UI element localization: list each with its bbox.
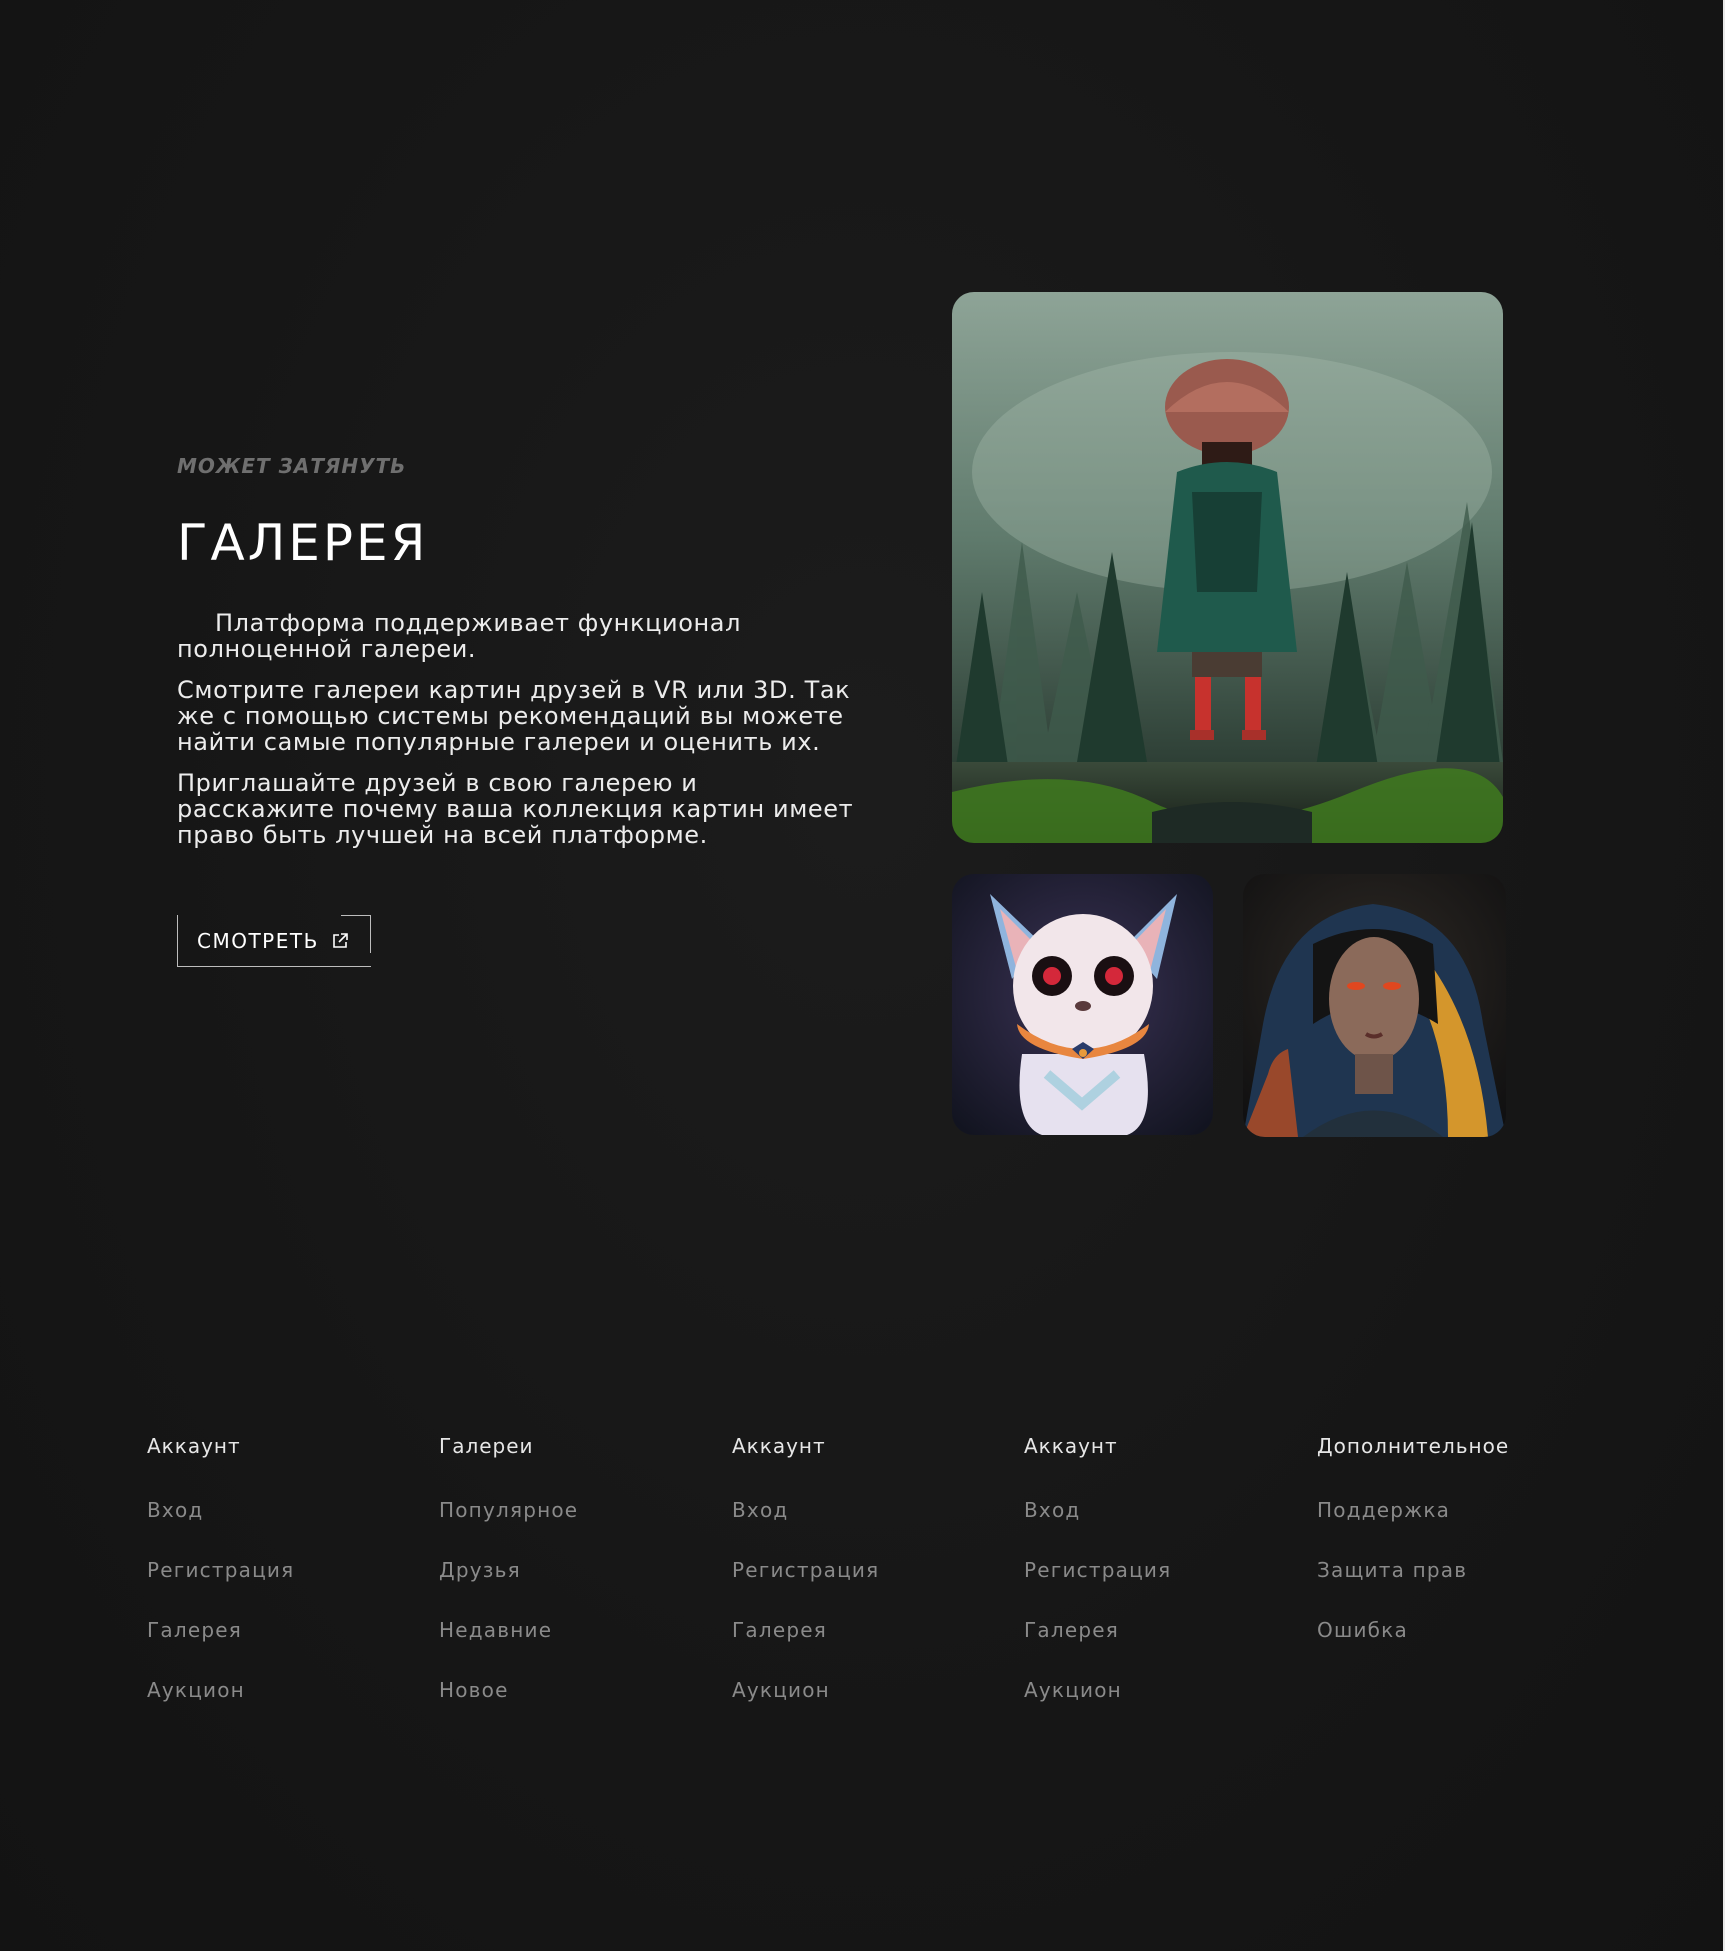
footer-column-title: Аккаунт [147, 1434, 241, 1458]
footer-column-title: Аккаунт [732, 1434, 826, 1458]
footer-link-gallery[interactable]: Галерея [1024, 1616, 1284, 1644]
external-link-icon [331, 932, 349, 950]
footer-link-login[interactable]: Вход [732, 1496, 992, 1524]
hero-paragraph: Приглашайте друзей в свою галерею и расс… [177, 769, 854, 849]
girl-in-forest-image[interactable] [952, 292, 1503, 843]
page-title: ГАЛЕРЕЯ [177, 514, 429, 572]
footer-link-gallery[interactable]: Галерея [732, 1616, 992, 1644]
footer-column-account-3: Аккаунт Вход Регистрация Галерея Аукцион [1024, 1432, 1284, 1736]
footer-column-extra: Дополнительное Поддержка Защита прав Оши… [1317, 1432, 1577, 1676]
hero-paragraph: Платформа поддерживает функционал полноц… [177, 609, 742, 663]
footer-link-login[interactable]: Вход [1024, 1496, 1284, 1524]
footer-link-friends[interactable]: Друзья [439, 1556, 699, 1584]
footer-column-account-2: Аккаунт Вход Регистрация Галерея Аукцион [732, 1432, 992, 1736]
watch-button[interactable]: СМОТРЕТЬ [177, 915, 371, 967]
hero-paragraph: Смотрите галереи картин друзей в VR или … [177, 676, 851, 756]
footer-link-register[interactable]: Регистрация [147, 1556, 407, 1584]
footer-column-title: Аккаунт [1024, 1434, 1118, 1458]
hero-eyebrow: МОЖЕТ ЗАТЯНУТЬ [177, 454, 407, 478]
footer-link-auction[interactable]: Аукцион [1024, 1676, 1284, 1704]
hero-description: Платформа поддерживает функционал полноц… [177, 610, 857, 848]
footer-link-register[interactable]: Регистрация [1024, 1556, 1284, 1584]
footer-link-login[interactable]: Вход [147, 1496, 407, 1524]
page: МОЖЕТ ЗАТЯНУТЬ ГАЛЕРЕЯ Платформа поддерж… [0, 0, 1725, 1951]
footer-link-error[interactable]: Ошибка [1317, 1616, 1577, 1644]
footer-link-register[interactable]: Регистрация [732, 1556, 992, 1584]
footer-link-rights[interactable]: Защита прав [1317, 1556, 1577, 1584]
white-cat-portrait-image[interactable] [952, 874, 1213, 1135]
footer-column-galleries: Галереи Популярное Друзья Недавние Новое [439, 1432, 699, 1736]
footer-link-recent[interactable]: Недавние [439, 1616, 699, 1644]
footer-column-title: Галереи [439, 1434, 534, 1458]
footer-link-support[interactable]: Поддержка [1317, 1496, 1577, 1524]
footer-column-account: Аккаунт Вход Регистрация Галерея Аукцион [147, 1432, 407, 1736]
footer-link-popular[interactable]: Популярное [439, 1496, 699, 1524]
footer-link-gallery[interactable]: Галерея [147, 1616, 407, 1644]
footer-link-new[interactable]: Новое [439, 1676, 699, 1704]
footer-column-title: Дополнительное [1317, 1434, 1510, 1458]
watch-button-label: СМОТРЕТЬ [197, 928, 319, 953]
footer-link-auction[interactable]: Аукцион [732, 1676, 992, 1704]
hooded-woman-portrait-image[interactable] [1243, 874, 1506, 1137]
footer-link-auction[interactable]: Аукцион [147, 1676, 407, 1704]
gallery-hero: МОЖЕТ ЗАТЯНУТЬ ГАЛЕРЕЯ Платформа поддерж… [177, 454, 857, 863]
